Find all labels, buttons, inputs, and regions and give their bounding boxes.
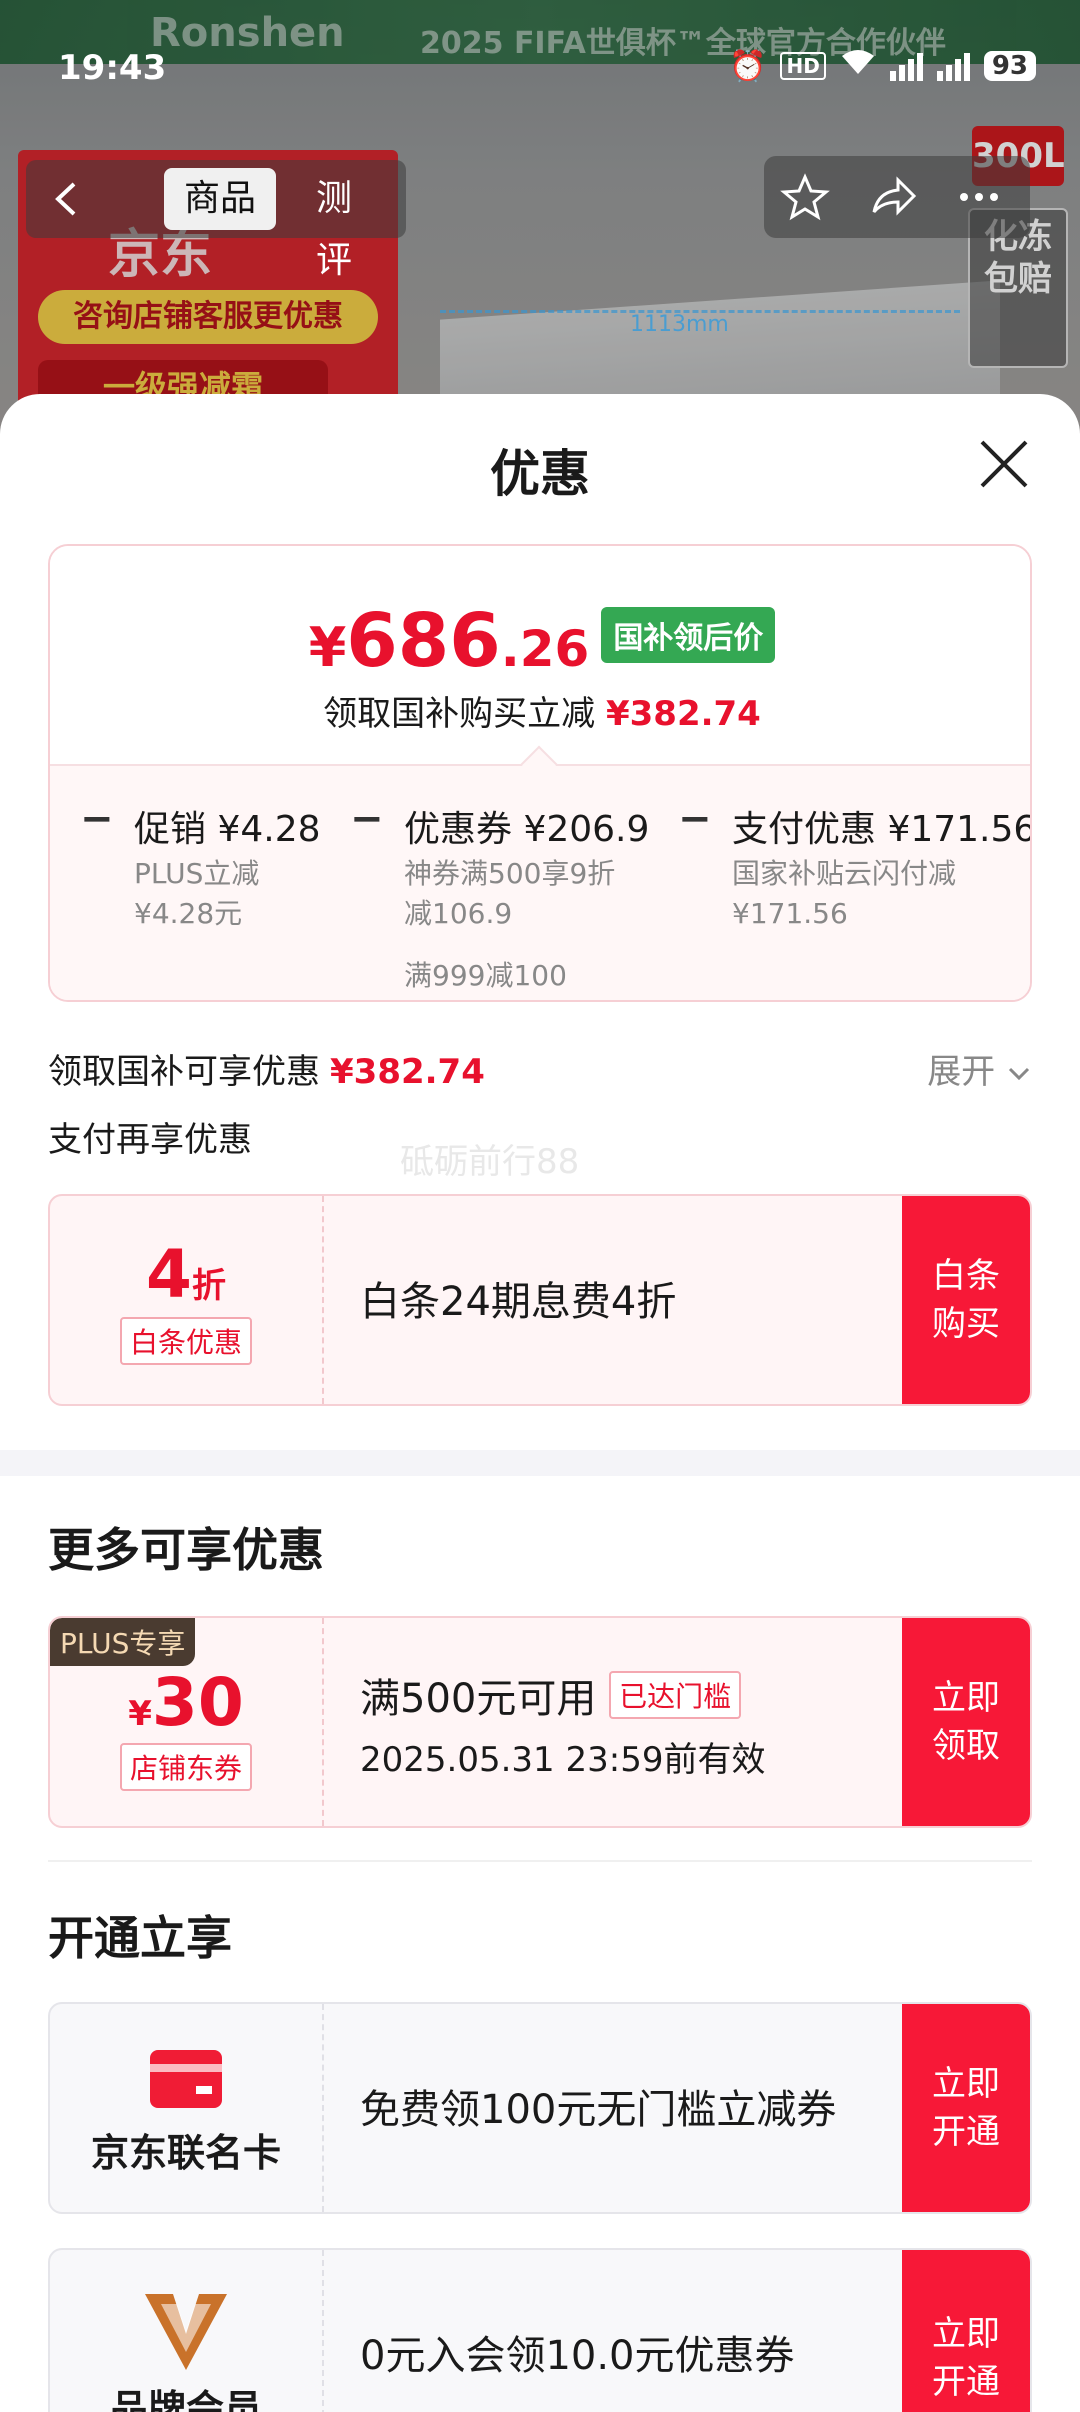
coupon-amount: 30	[151, 1664, 244, 1741]
credit-card-icon	[150, 2050, 222, 2108]
battery-icon: 93	[983, 51, 1036, 81]
tab-review[interactable]: 测评	[296, 168, 406, 281]
brand-logo-icon	[145, 2294, 227, 2370]
back-button[interactable]	[26, 160, 106, 238]
baitiao-unit: 折	[191, 1266, 226, 1306]
discount-desc-line1: PLUS立减	[134, 857, 260, 890]
discount-desc-line1: 神券满500享9折	[404, 857, 616, 890]
baitiao-value: 4折	[50, 1236, 322, 1313]
discount-head: 促销 ¥4.28	[134, 809, 321, 850]
more-icon[interactable]	[954, 172, 1004, 222]
coupon-info: 满500元可用 已达门槛 2025.05.31 23:59前有效	[360, 1618, 900, 1826]
subsidy-amount: ¥382.74	[330, 1052, 485, 1092]
price-tag: 国补领后价	[601, 607, 776, 663]
discount-desc: 神券满500享9折 减106.9	[404, 854, 615, 934]
price-summary: ¥686.26 国补领后价 领取国补购买立减 ¥382.74	[50, 546, 1030, 764]
discount-extra: 满999减100	[404, 959, 567, 992]
sheet-title: 优惠	[490, 445, 590, 503]
jd-card-offer: 京东联名卡 免费领100元无门槛立减券 立即开通	[48, 2002, 1032, 2214]
minus-icon: −	[80, 796, 114, 842]
jd-card-label: 京东联名卡	[90, 2131, 281, 2175]
baitiao-coupon: 4折 白条优惠 白条24期息费4折 白条购买	[48, 1194, 1032, 1406]
discount-desc: 国家补贴云闪付减 ¥171.56	[732, 854, 956, 934]
threshold-badge: 已达门槛	[609, 1671, 742, 1719]
coupon-expiry: 2025.05.31 23:59前有效	[360, 1740, 766, 1780]
baitiao-number: 4	[146, 1236, 192, 1313]
expand-label: 展开	[927, 1052, 996, 1092]
pay-title: 支付再享优惠	[48, 1120, 252, 1160]
open-benefits-title: 开通立享	[48, 1911, 232, 1965]
join-member-button[interactable]: 立即开通	[902, 2250, 1030, 2412]
status-time: 19:43	[58, 48, 167, 88]
price-sub: 领取国补购买立减 ¥382.74	[50, 686, 1030, 735]
discount-desc-line2: ¥4.28元	[134, 897, 243, 930]
status-icons: ⏰ HD 93	[729, 48, 1036, 84]
subsidy-text: 领取国补可享优惠	[48, 1052, 320, 1092]
price-currency: ¥	[308, 616, 347, 679]
discount-sheet: 优惠 ¥686.26 国补领后价 领取国补购买立减 ¥382.74 − 促销 ¥4…	[0, 394, 1080, 2412]
open-jd-card-button[interactable]: 立即开通	[902, 2004, 1030, 2212]
coupon-type-label: 店铺东券	[119, 1743, 252, 1791]
signal-icon-2	[936, 51, 970, 81]
price-sub-amount: ¥382.74	[605, 694, 761, 734]
price-sub-text: 领取国补购买立减	[323, 694, 596, 734]
price-decimal: .26	[500, 620, 590, 678]
final-price: ¥686.26 国补领后价	[50, 598, 1030, 684]
nav-tabs: 商品 测评	[106, 160, 406, 281]
discount-head: 支付优惠 ¥171.56	[732, 809, 1032, 850]
section-divider	[0, 1450, 1080, 1476]
subsidy-row: 领取国补可享优惠 ¥382.74 展开	[48, 1044, 1032, 1094]
hd-icon: HD	[780, 52, 826, 80]
tab-product[interactable]: 商品	[164, 168, 277, 230]
star-icon[interactable]	[780, 172, 830, 222]
expand-button[interactable]: 展开	[927, 1044, 1032, 1093]
brand-member-label: 品牌会员	[109, 2387, 262, 2412]
discount-desc: PLUS立减 ¥4.28元	[134, 854, 259, 934]
discount-desc-line2: 减106.9	[404, 897, 513, 930]
brand-member-desc: 0元入会领10.0元优惠券	[360, 2333, 795, 2379]
minus-icon: −	[350, 796, 384, 842]
back-icon	[55, 182, 76, 216]
alarm-icon: ⏰	[729, 48, 767, 84]
price-card: ¥686.26 国补领后价 领取国补购买立减 ¥382.74 − 促销 ¥4.28…	[48, 544, 1032, 1002]
wifi-icon	[840, 48, 876, 84]
coupon-condition-row: 满500元可用 已达门槛	[360, 1666, 900, 1724]
share-icon[interactable]	[868, 172, 918, 222]
coupon-condition: 满500元可用	[360, 1676, 597, 1722]
close-icon[interactable]	[976, 436, 1032, 492]
more-offers-title: 更多可享优惠	[48, 1523, 324, 1577]
status-bar: 19:43 ⏰ HD 93	[0, 40, 1080, 100]
coupon-currency: ¥	[128, 1694, 152, 1734]
discount-desc-line1: 国家补贴云闪付减	[732, 857, 957, 890]
claim-coupon-button[interactable]: 立即领取	[902, 1618, 1030, 1826]
coupon-left: 4折 白条优惠	[50, 1196, 324, 1404]
store-coupon: PLUS专享 ¥30 店铺东券 满500元可用 已达门槛 2025.05.31 …	[48, 1616, 1032, 1828]
baitiao-buy-button[interactable]: 白条购买	[902, 1196, 1030, 1404]
minus-icon: −	[678, 796, 712, 842]
signal-icon-1	[889, 51, 923, 81]
baitiao-desc: 白条24期息费4折	[360, 1279, 677, 1325]
coupon-value: ¥30	[50, 1664, 322, 1741]
baitiao-label: 白条优惠	[119, 1317, 252, 1365]
discount-desc-line2: ¥171.56	[732, 897, 848, 930]
discount-head: 优惠券 ¥206.9	[404, 809, 650, 850]
jd-card-desc: 免费领100元无门槛立减券	[360, 2087, 837, 2133]
coupon-left: 京东联名卡	[50, 2004, 324, 2212]
chevron-down-icon	[1008, 1067, 1030, 1081]
divider	[48, 1860, 1032, 1862]
nav-actions	[764, 156, 1030, 238]
watermark: 砥砺前行88	[400, 1142, 580, 1182]
discount-breakdown: − 促销 ¥4.28 PLUS立减 ¥4.28元 − 优惠券 ¥206.9 神券…	[50, 764, 1032, 1000]
coupon-left: 品牌会员	[50, 2250, 324, 2412]
coupon-left: ¥30 店铺东券	[50, 1618, 324, 1826]
price-integer: 686	[346, 598, 501, 684]
brand-member-offer: 品牌会员 0元入会领10.0元优惠券 立即开通	[48, 2248, 1032, 2412]
